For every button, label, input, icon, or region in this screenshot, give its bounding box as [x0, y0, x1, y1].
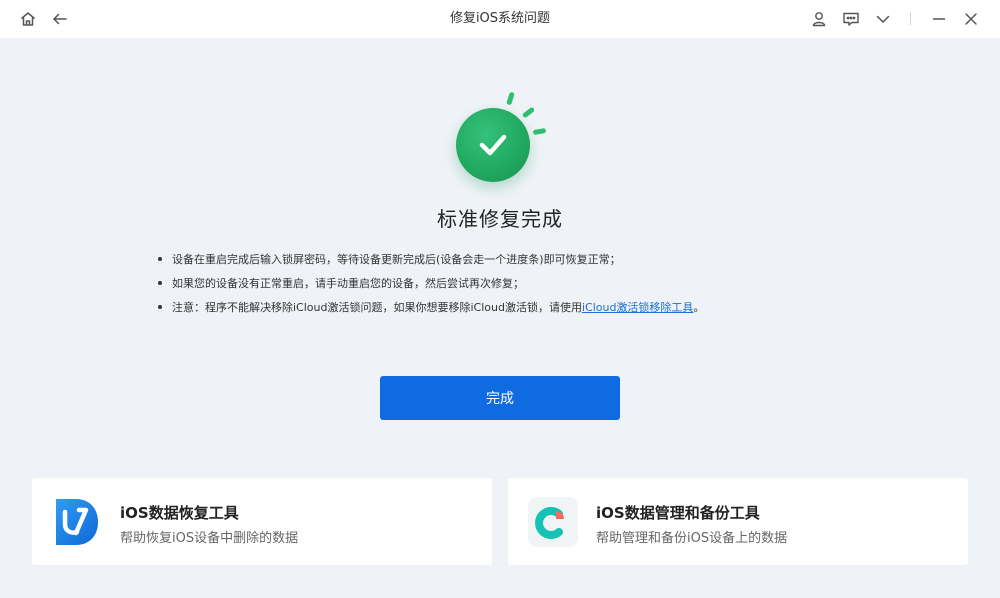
- check-circle-icon: [456, 108, 530, 182]
- data-backup-app-icon: [528, 496, 578, 548]
- instructions-list: 设备在重启完成后输入锁屏密码，等待设备更新完成后(设备会走一个进度条)即可恢复正…: [158, 250, 858, 322]
- chevron-down-icon[interactable]: [871, 7, 895, 31]
- sparkle-ray: [506, 91, 515, 106]
- data-recovery-app-icon: [52, 496, 102, 548]
- instruction-text-suffix: 。: [693, 301, 705, 314]
- close-icon[interactable]: [959, 7, 983, 31]
- instruction-item: 注意：程序不能解决移除iCloud激活锁问题，如果你想要移除iCloud激活锁，…: [158, 298, 858, 322]
- card-title: iOS数据恢复工具: [120, 504, 239, 522]
- instruction-text: 设备在重启完成后输入锁屏密码，等待设备更新完成后(设备会走一个进度条)即可恢复正…: [172, 253, 621, 266]
- instruction-item: 如果您的设备没有正常重启，请手动重启您的设备，然后尝试再次修复；: [158, 274, 858, 298]
- data-backup-card[interactable]: iOS数据管理和备份工具 帮助管理和备份iOS设备上的数据: [508, 478, 968, 565]
- minimize-icon[interactable]: [927, 7, 951, 31]
- sparkle-ray: [521, 106, 536, 119]
- card-subtitle: 帮助管理和备份iOS设备上的数据: [596, 531, 788, 546]
- card-subtitle: 帮助恢复iOS设备中删除的数据: [120, 531, 299, 546]
- done-button[interactable]: 完成: [380, 376, 620, 420]
- sparkle-ray: [532, 127, 547, 136]
- icloud-unlock-tool-link[interactable]: iCloud激活锁移除工具: [582, 301, 693, 314]
- data-recovery-card[interactable]: iOS数据恢复工具 帮助恢复iOS设备中删除的数据: [32, 478, 492, 565]
- instruction-text: 注意：程序不能解决移除iCloud激活锁问题，如果你想要移除iCloud激活锁，…: [172, 301, 582, 314]
- instruction-item: 设备在重启完成后输入锁屏密码，等待设备更新完成后(设备会走一个进度条)即可恢复正…: [158, 250, 858, 274]
- instruction-text: 如果您的设备没有正常重启，请手动重启您的设备，然后尝试再次修复；: [172, 277, 524, 290]
- home-icon[interactable]: [16, 7, 40, 31]
- card-title: iOS数据管理和备份工具: [596, 504, 760, 522]
- page-title: 标准修复完成: [437, 207, 563, 231]
- titlebar-divider: [910, 12, 911, 25]
- back-arrow-icon[interactable]: [48, 7, 72, 31]
- user-icon[interactable]: [807, 7, 831, 31]
- feedback-icon[interactable]: [839, 7, 863, 31]
- title-bar: 修复iOS系统问题: [0, 0, 1000, 38]
- success-badge: [440, 84, 570, 194]
